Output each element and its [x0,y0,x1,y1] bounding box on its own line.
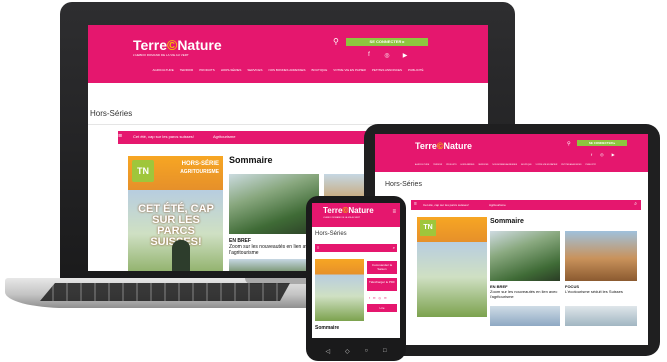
article-photo[interactable] [565,231,637,281]
order-button[interactable]: Commandez la Saison [367,261,397,274]
sommaire-heading: Sommaire [490,218,524,225]
mail-icon[interactable]: ✉ [373,296,376,300]
site-tagline: L'HEBDO ROMAND DE LA VIE AU VERT [133,53,189,57]
article-title[interactable]: L'écotourisme séduit les Suisses [565,289,641,294]
issue-filter-bar: ≡ Cet été, cap sur les parcs suisses! Ag… [411,200,641,210]
tablet-screen: Terre©Nature ⚲ SE CONNECTER ▸ f ◎ ▶ AGRI… [375,134,648,345]
nav-item[interactable]: TERROIR [180,68,194,72]
facebook-icon[interactable]: f [369,296,370,300]
nav-item[interactable]: AGRICULTURE [152,68,173,72]
read-button[interactable]: Lire [367,304,397,312]
sommaire-heading: Sommaire [229,155,273,165]
search-icon[interactable]: ⌕ [393,245,395,250]
keyboard [40,283,290,301]
filter-item[interactable]: Agritourisme [489,203,506,207]
social-links: f ◎ ▶ [591,152,615,157]
home-icon[interactable]: ○ [364,348,368,355]
page-title: Hors-Séries [90,109,133,118]
sommaire-heading: Sommaire [315,325,340,331]
nav-item[interactable]: SERVICES [247,68,262,72]
nav-item[interactable]: HORS-SÉRIES [221,68,242,72]
search-icon[interactable]: □ [383,348,387,355]
nav-item[interactable]: HORS-SÉRIES [461,164,475,166]
connect-button[interactable]: SE CONNECTER ▸ [346,38,428,46]
issue-filter-bar: ≡ ⌕ [315,244,397,252]
connect-button[interactable]: SE CONNECTER ▸ [577,140,627,146]
page-title: Hors-Séries [385,181,422,188]
instagram-icon[interactable]: ◎ [600,152,604,157]
facebook-icon[interactable]: f [591,152,592,157]
facebook-icon[interactable]: f [366,52,372,59]
site-logo[interactable]: Terre©Nature [415,141,472,151]
nav-item[interactable]: PETITES ANNONCES [561,164,581,166]
download-pdf-button[interactable]: Télécharger le PDF [367,278,397,291]
article-photo[interactable] [490,306,560,326]
site-header: Terre©Nature L'HEBDO ROMAND DE LA VIE AU… [88,25,488,83]
article-photo[interactable] [565,306,637,326]
site-header: Terre©Nature ⚲ SE CONNECTER ▸ f ◎ ▶ AGRI… [375,134,648,172]
youtube-icon[interactable]: ▶ [402,52,408,59]
hamburger-menu-icon[interactable]: ≡ [392,209,396,215]
cover-photo-person [172,240,190,271]
cover-badge: TN [420,220,436,236]
back-icon[interactable]: ◁ [325,348,330,355]
nav-item[interactable]: VOTRE VIE EN PAPIER [333,68,366,72]
menu-icon[interactable]: ≡ [317,245,319,250]
social-links: f ◎ ▶ [366,52,408,59]
nav-item[interactable]: PUBLICITÉ [585,164,595,166]
nav-item[interactable]: BOUTIQUE [521,164,531,166]
search-icon[interactable]: ⚲ [333,38,341,46]
site-header: Terre©Nature L'HEBDO ROMAND DE LA VIE AU… [312,203,400,227]
search-icon[interactable]: ⚲ [567,141,571,147]
cover-theme: AGRITOURISME [180,169,219,175]
main-nav: AGRICULTURE TERROIR PRODUITS HORS-SÉRIES… [88,68,488,72]
cover-hors-serie: HORS-SÉRIE [181,161,219,167]
filter-item[interactable]: Cet été, cap sur les parcs suisses! [133,134,194,139]
nav-item[interactable]: TERROIR [433,164,442,166]
nav-item[interactable]: PRODUITS [446,164,456,166]
site-tagline: L'HEBDO ROMAND DE LA VIE AU VERT [323,217,361,219]
menu-icon[interactable]: ≡ [118,133,122,140]
nav-item[interactable]: AGRICULTURE [415,164,429,166]
filter-item[interactable]: Agritourisme [213,134,235,139]
main-nav: AGRICULTURE TERROIR PRODUITS HORS-SÉRIES… [415,164,596,166]
site-logo[interactable]: Terre©Nature [133,37,222,53]
instagram-icon[interactable]: ◎ [384,52,390,59]
site-logo[interactable]: Terre©Nature [323,206,374,215]
filter-item[interactable]: Cet été, cap sur les parcs suisses! [423,203,469,207]
nav-item[interactable]: PRODUITS [199,68,215,72]
nav-item[interactable]: PUBLICITÉ [408,68,424,72]
cover-badge: TN [132,160,154,182]
magazine-cover[interactable]: TN HORS-SÉRIE AGRITOURISME CET ÉTÉ, CAP … [128,156,223,271]
phone-softkeys: ◁ ◇ ○ □ [318,348,394,355]
magazine-cover[interactable] [315,259,364,321]
phone-screen: Terre©Nature L'HEBDO ROMAND DE LA VIE AU… [312,203,400,338]
nav-item[interactable]: SERVICES [478,164,488,166]
menu-icon[interactable]: ≡ [414,201,417,207]
nav-item[interactable]: NOS BONNES ADRESSES [492,164,517,166]
page-title: Hors-Séries [315,231,347,237]
nav-item[interactable]: VOTRE VIE EN PAPIER [536,164,558,166]
search-icon[interactable]: ⌕ [634,201,637,207]
nav-item[interactable]: PETITES ANNONCES [372,68,402,72]
magazine-cover[interactable]: TN [417,217,487,317]
share-links: f ✉ ◎ ✉ [369,296,387,300]
youtube-icon[interactable]: ▶ [612,152,615,157]
article-title[interactable]: Zoom sur les nouveautés en lien avec l'a… [490,289,560,299]
instagram-icon[interactable]: ◎ [378,296,381,300]
mail-icon[interactable]: ◇ [345,348,350,355]
mail-icon[interactable]: ✉ [384,296,387,300]
nav-item[interactable]: NOS BONNES ADRESSES [269,68,306,72]
nav-item[interactable]: BOUTIQUE [312,68,328,72]
article-photo[interactable] [490,231,560,281]
